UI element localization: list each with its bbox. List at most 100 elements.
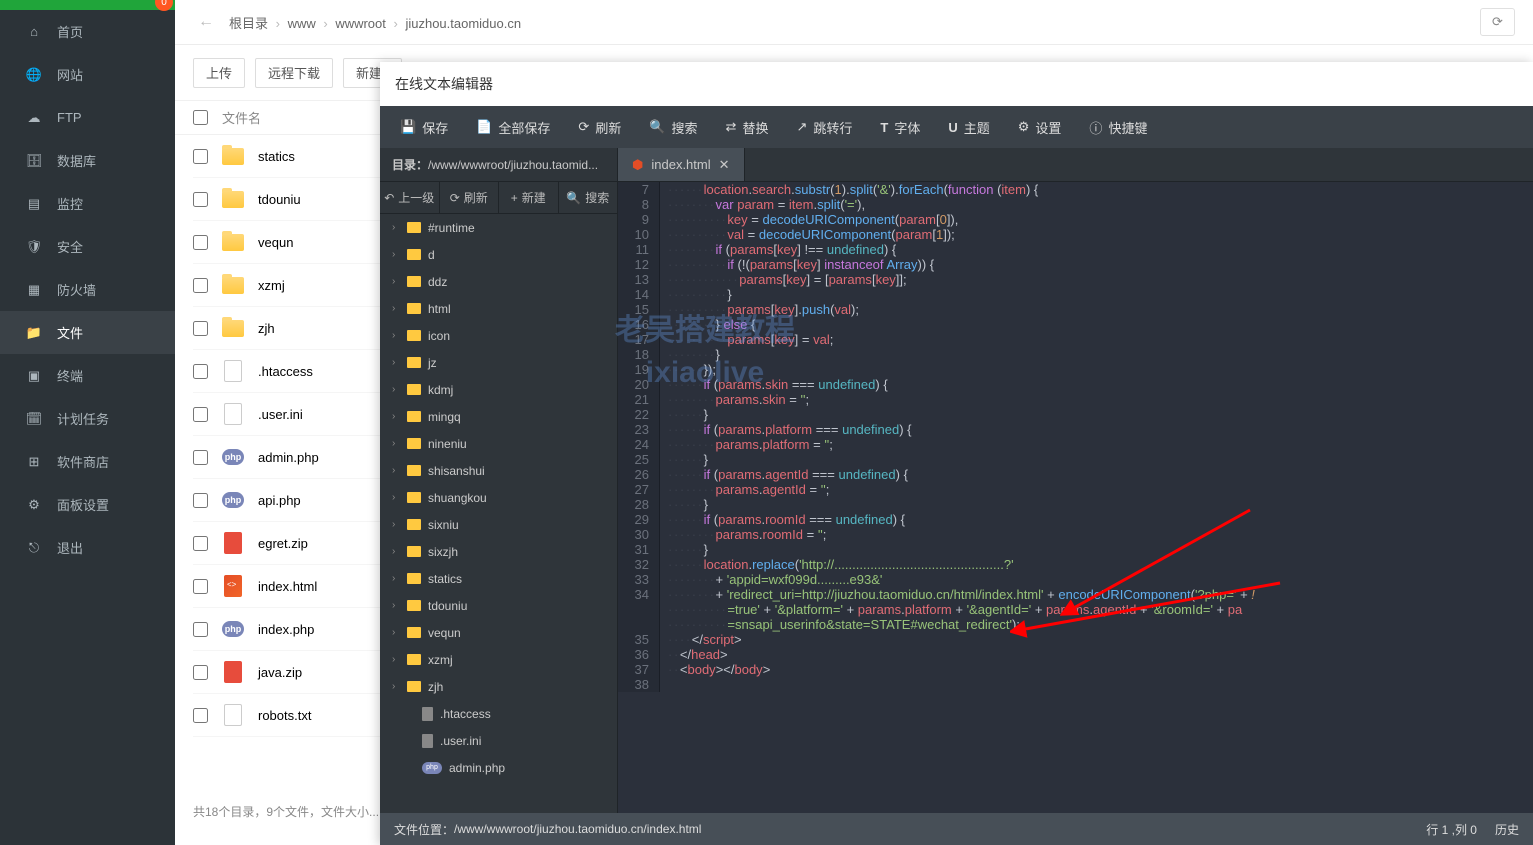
reload-button[interactable]: ⟳ — [1480, 8, 1515, 36]
replace-button[interactable]: ⇄ 替换 — [712, 106, 783, 148]
tree-folder[interactable]: ›mingq — [380, 403, 617, 430]
row-checkbox[interactable] — [193, 364, 208, 379]
line-number: 14 — [618, 287, 660, 302]
apps-icon: ⊞ — [26, 454, 42, 470]
row-checkbox[interactable] — [193, 192, 208, 207]
sidebar-item-wall[interactable]: ▦ 防火墙 — [0, 268, 175, 311]
theme-button[interactable]: U 主题 — [934, 106, 1003, 148]
line-number: 36 — [618, 647, 660, 662]
sidebar-item-apps[interactable]: ⊞ 软件商店 — [0, 440, 175, 483]
sidebar-item-db[interactable]: 🗄 数据库 — [0, 139, 175, 182]
sidebar-item-exit[interactable]: ⎋ 退出 — [0, 526, 175, 569]
tree-folder[interactable]: ›nineniu — [380, 430, 617, 457]
line-number: 38 — [618, 677, 660, 692]
line-number: 12 — [618, 257, 660, 272]
upload-button[interactable]: 上传 — [193, 58, 245, 88]
row-checkbox[interactable] — [193, 149, 208, 164]
tree-folder[interactable]: ›d — [380, 241, 617, 268]
row-checkbox[interactable] — [193, 235, 208, 250]
remote-download-button[interactable]: 远程下载 — [255, 58, 333, 88]
tree-folder[interactable]: ›icon — [380, 322, 617, 349]
tree-toolbar: ↶ 上一级 ⟳ 刷新 + 新建 🔍 搜索 — [380, 182, 617, 214]
tree-new-button[interactable]: + 新建 — [499, 182, 559, 213]
sidebar-item-terminal[interactable]: ▣ 终端 — [0, 354, 175, 397]
code-editor[interactable]: 7· · · · · · location.search.substr(1).s… — [618, 182, 1533, 813]
sidebar-item-shield[interactable]: 🛡 安全 — [0, 225, 175, 268]
tree-folder[interactable]: ›ddz — [380, 268, 617, 295]
sidebar: 0 ⌂ 首页 🌐 网站 ☁ FTP 🗄 数据库 ▤ 监控 🛡 安全 ▦ 防火墙 … — [0, 0, 175, 845]
row-checkbox[interactable] — [193, 579, 208, 594]
row-checkbox[interactable] — [193, 450, 208, 465]
tree-folder[interactable]: ›tdouniu — [380, 592, 617, 619]
tree-folder[interactable]: ›jz — [380, 349, 617, 376]
shortcut-button[interactable]: ⓘ 快捷键 — [1075, 106, 1161, 148]
line-number: 25 — [618, 452, 660, 467]
sidebar-item-folder[interactable]: 📁 文件 — [0, 311, 175, 354]
select-all-checkbox[interactable] — [193, 110, 208, 125]
row-checkbox[interactable] — [193, 278, 208, 293]
row-checkbox[interactable] — [193, 708, 208, 723]
tree-folder[interactable]: ›xzmj — [380, 646, 617, 673]
save-all-button[interactable]: 📄 全部保存 — [462, 106, 564, 148]
tree-up-button[interactable]: ↶ 上一级 — [380, 182, 440, 213]
tree-search-button[interactable]: 🔍 搜索 — [559, 182, 618, 213]
row-checkbox[interactable] — [193, 321, 208, 336]
refresh-button[interactable]: ⟳ 刷新 — [564, 106, 635, 148]
shield-icon: 🛡 — [26, 239, 42, 255]
tree-folder[interactable]: ›statics — [380, 565, 617, 592]
line-number: 34 — [618, 587, 660, 632]
sidebar-item-gear[interactable]: ⚙ 面板设置 — [0, 483, 175, 526]
code-line: 23· · · · · · if (params.platform === un… — [618, 422, 1533, 437]
tree-folder[interactable]: ›#runtime — [380, 214, 617, 241]
tree-file[interactable]: .htaccess — [380, 700, 617, 727]
close-icon[interactable]: ✕ — [719, 157, 730, 173]
tree-folder[interactable]: ›zjh — [380, 673, 617, 700]
nav-back-icon[interactable]: ← — [193, 13, 219, 31]
tree-folder[interactable]: ›kdmj — [380, 376, 617, 403]
goto-button[interactable]: ↗ 跳转行 — [782, 106, 866, 148]
chevron-right-icon: › — [392, 222, 400, 233]
line-number: 19 — [618, 362, 660, 377]
tree-file[interactable]: phpadmin.php — [380, 754, 617, 781]
tab-index-html[interactable]: ⬢ index.html ✕ — [618, 148, 745, 181]
code-line: 8· · · · · · · · var param = item.split(… — [618, 197, 1533, 212]
breadcrumb-item[interactable]: www — [284, 16, 320, 31]
save-button[interactable]: 💾 保存 — [386, 106, 462, 148]
chevron-right-icon: › — [392, 438, 400, 449]
line-number: 22 — [618, 407, 660, 422]
tree-folder[interactable]: ›shisanshui — [380, 457, 617, 484]
sidebar-item-globe[interactable]: 🌐 网站 — [0, 53, 175, 96]
history-button[interactable]: 历史 — [1495, 821, 1519, 838]
file-name: .user.ini — [258, 407, 303, 422]
font-button[interactable]: T 字体 — [866, 106, 934, 148]
chevron-right-icon: › — [392, 357, 400, 368]
sidebar-item-cloud[interactable]: ☁ FTP — [0, 96, 175, 139]
sidebar-item-chart[interactable]: ▤ 监控 — [0, 182, 175, 225]
chevron-right-icon: › — [392, 249, 400, 260]
line-number: 13 — [618, 272, 660, 287]
tree-folder[interactable]: ›sixniu — [380, 511, 617, 538]
chevron-right-icon: › — [392, 627, 400, 638]
search-button[interactable]: 🔍 搜索 — [635, 106, 711, 148]
sidebar-item-calendar[interactable]: 🗓 计划任务 — [0, 397, 175, 440]
breadcrumb-item[interactable]: 根目录 — [225, 16, 272, 31]
breadcrumb-item[interactable]: wwwroot — [331, 16, 390, 31]
row-checkbox[interactable] — [193, 665, 208, 680]
row-checkbox[interactable] — [193, 493, 208, 508]
sidebar-item-home[interactable]: ⌂ 首页 — [0, 10, 175, 53]
tree-folder[interactable]: ›html — [380, 295, 617, 322]
tree-file[interactable]: .user.ini — [380, 727, 617, 754]
tree-folder[interactable]: ›shuangkou — [380, 484, 617, 511]
tree-refresh-button[interactable]: ⟳ 刷新 — [440, 182, 500, 213]
settings-button[interactable]: ⚙ 设置 — [1004, 106, 1076, 148]
tree-folder[interactable]: ›sixzjh — [380, 538, 617, 565]
line-number: 26 — [618, 467, 660, 482]
row-checkbox[interactable] — [193, 407, 208, 422]
row-checkbox[interactable] — [193, 622, 208, 637]
tree-folder[interactable]: ›vequn — [380, 619, 617, 646]
column-filename[interactable]: 文件名 — [222, 108, 261, 127]
code-line: 7· · · · · · location.search.substr(1).s… — [618, 182, 1533, 197]
html5-icon: ⬢ — [632, 157, 643, 173]
breadcrumb-item[interactable]: jiuzhou.taomiduo.cn — [401, 16, 525, 31]
row-checkbox[interactable] — [193, 536, 208, 551]
